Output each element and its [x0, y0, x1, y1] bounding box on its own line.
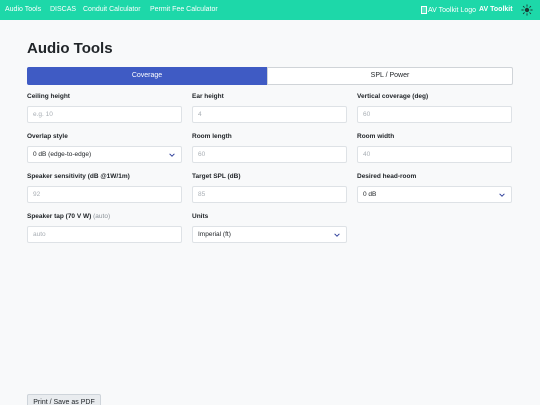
vertical-coverage-input[interactable]: 60	[357, 106, 512, 123]
top-navbar: Audio Tools DISCAS Conduit Calculator Pe…	[0, 0, 540, 20]
headroom-select[interactable]: 0 dB	[357, 186, 512, 203]
brand-name[interactable]: AV Toolkit	[479, 0, 513, 20]
page-title: Audio Tools	[27, 40, 113, 57]
ear-height-input[interactable]: 4	[192, 106, 347, 123]
ceiling-height-label: Ceiling height	[27, 93, 70, 100]
nav-link-permit-fee-calculator[interactable]: Permit Fee Calculator	[150, 0, 218, 20]
nav-link-discas[interactable]: DISCAS	[50, 0, 76, 20]
nav-link-audio-tools[interactable]: Audio Tools	[5, 0, 41, 20]
room-length-label: Room length	[192, 133, 232, 140]
brand-logo[interactable]: AV Toolkit Logo	[421, 5, 476, 15]
overlap-style-label: Overlap style	[27, 133, 68, 140]
ear-height-label: Ear height	[192, 93, 224, 100]
chevron-down-icon	[169, 153, 175, 157]
speaker-sensitivity-input[interactable]: 92	[27, 186, 182, 203]
headroom-label: Desired head-room	[357, 173, 417, 180]
broken-image-icon	[421, 6, 427, 14]
logo-alt-text: AV Toolkit Logo	[428, 6, 476, 14]
overlap-style-select[interactable]: 0 dB (edge-to-edge)	[27, 146, 182, 163]
chevron-down-icon	[499, 193, 505, 197]
speaker-tap-label-text: Speaker tap (70 V W)	[27, 213, 92, 220]
room-width-input[interactable]: 40	[357, 146, 512, 163]
nav-link-conduit-calculator[interactable]: Conduit Calculator	[83, 0, 141, 20]
speaker-sensitivity-label: Speaker sensitivity (dB @1W/1m)	[27, 173, 130, 180]
speaker-tap-auto-note: (auto)	[93, 213, 111, 220]
chevron-down-icon	[334, 233, 340, 237]
target-spl-label: Target SPL (dB)	[192, 173, 241, 180]
units-value: Imperial (ft)	[198, 231, 231, 238]
units-label: Units	[192, 213, 209, 220]
sun-icon[interactable]	[521, 4, 533, 16]
tab-spl-power[interactable]: SPL / Power	[267, 67, 513, 85]
units-select[interactable]: Imperial (ft)	[192, 226, 347, 243]
speaker-tap-input[interactable]: auto	[27, 226, 182, 243]
ceiling-height-input[interactable]: e.g. 10	[27, 106, 182, 123]
target-spl-input[interactable]: 85	[192, 186, 347, 203]
room-width-label: Room width	[357, 133, 395, 140]
room-length-input[interactable]: 60	[192, 146, 347, 163]
speaker-tap-label: Speaker tap (70 V W) (auto)	[27, 213, 110, 220]
overlap-style-value: 0 dB (edge-to-edge)	[33, 151, 92, 158]
vertical-coverage-label: Vertical coverage (deg)	[357, 93, 429, 100]
print-save-pdf-button[interactable]: Print / Save as PDF	[27, 394, 101, 405]
tab-coverage[interactable]: Coverage	[27, 67, 267, 85]
headroom-value: 0 dB	[363, 191, 377, 198]
